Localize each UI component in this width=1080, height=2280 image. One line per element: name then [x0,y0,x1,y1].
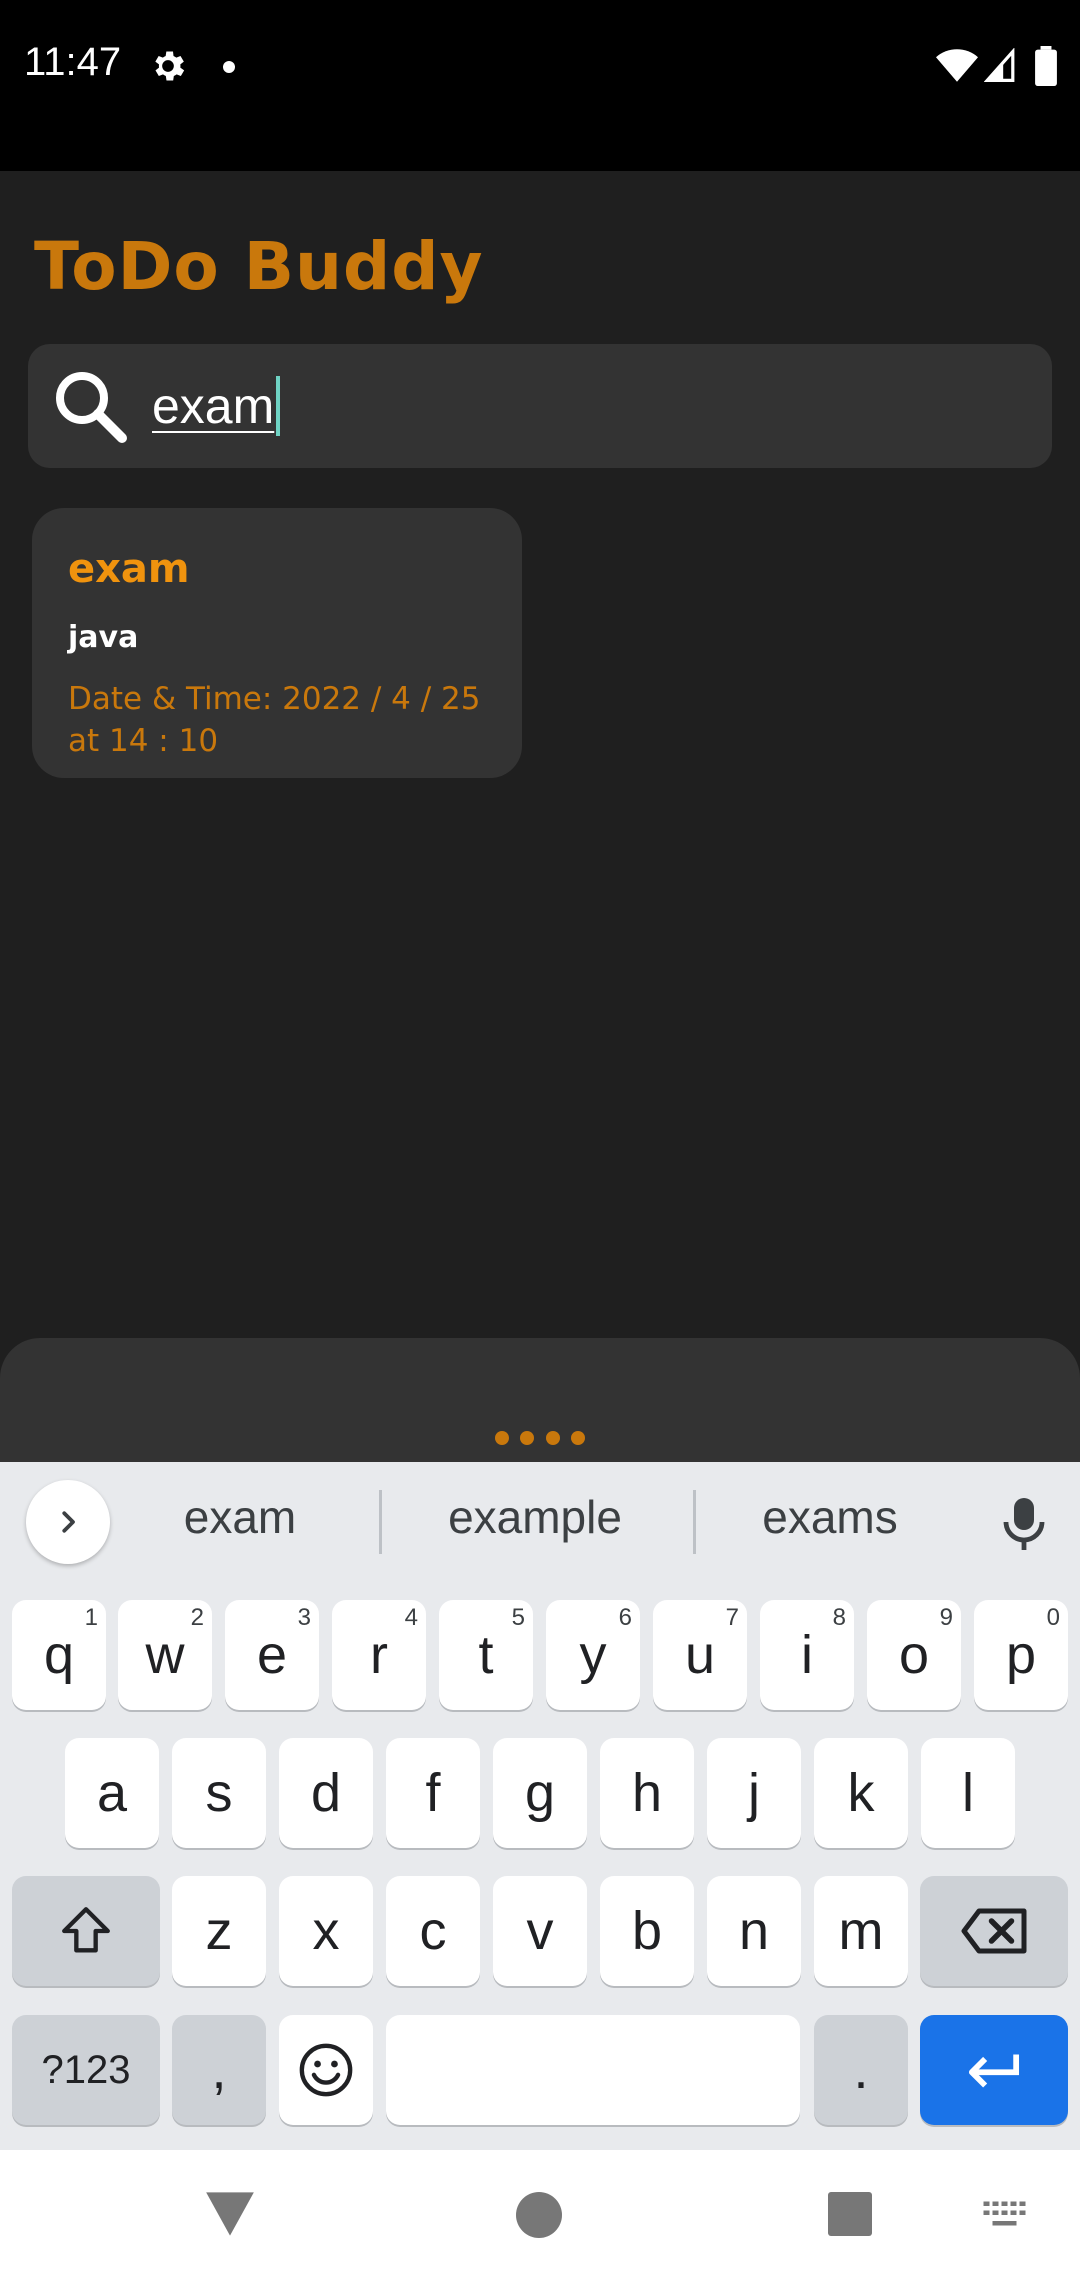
todo-date-time: Date & Time: 2022 / 4 / 25 at 14 : 10 [68,681,481,759]
key-v[interactable]: v [493,1876,587,1986]
key-t[interactable]: t5 [439,1600,533,1710]
backspace-key[interactable] [920,1876,1068,1986]
chevron-right-icon [62,1511,75,1533]
suggestion-divider [379,1490,382,1554]
notification-dot [223,61,235,73]
key-k[interactable]: k [814,1738,908,1848]
home-icon[interactable] [516,2192,562,2238]
suggestion-1[interactable]: exam [130,1490,350,1554]
emoji-key[interactable] [279,2015,373,2125]
handle-dot [495,1431,509,1445]
key-h[interactable]: h [600,1738,694,1848]
suggestion-2[interactable]: example [410,1490,660,1554]
wifi-icon [936,49,978,82]
key-o[interactable]: o9 [867,1600,961,1710]
key-b[interactable]: b [600,1876,694,1986]
key-s[interactable]: s [172,1738,266,1848]
enter-icon [968,2054,1020,2088]
handle-dot [570,1431,585,1445]
app-title: ToDo Buddy [34,228,484,305]
key-n[interactable]: n [707,1876,801,1986]
shift-icon [62,1907,110,1953]
search-icon [56,372,127,443]
key-i[interactable]: i8 [760,1600,854,1710]
key-d[interactable]: d [279,1738,373,1848]
key-f[interactable]: f [386,1738,480,1848]
emoji-icon [299,2043,353,2097]
microphone-icon[interactable] [1000,1496,1048,1552]
todo-description: java [68,620,139,655]
todo-title: exam [68,546,190,592]
recents-icon[interactable] [828,2192,872,2236]
search-input[interactable]: exam [152,364,1012,448]
key-r[interactable]: r4 [332,1600,426,1710]
key-c[interactable]: c [386,1876,480,1986]
comma-key[interactable]: , [172,2015,266,2125]
signal-icon [984,48,1015,82]
key-u[interactable]: u7 [653,1600,747,1710]
key-w[interactable]: w2 [118,1600,212,1710]
search-input-value: exam [152,378,275,434]
suggestion-3[interactable]: exams [720,1490,940,1554]
key-e[interactable]: e3 [225,1600,319,1710]
key-a[interactable]: a [65,1738,159,1848]
key-x[interactable]: x [279,1876,373,1986]
handle-dot [520,1431,535,1445]
expand-toolbar-button[interactable] [26,1480,110,1564]
key-y[interactable]: y6 [546,1600,640,1710]
suggestion-strip: exam example exams [0,1462,1080,1580]
keyboard-switch-icon[interactable] [982,2200,1030,2230]
key-p[interactable]: p0 [974,1600,1068,1710]
key-l[interactable]: l [921,1738,1015,1848]
search-bar[interactable]: exam [28,344,1052,468]
sheet-handle[interactable] [495,1431,585,1445]
battery-icon [1035,46,1057,86]
status-time: 11:47 [24,40,122,84]
handle-dot [545,1431,560,1445]
navigation-bar [0,2150,1080,2280]
text-caret [276,376,281,436]
shift-key[interactable] [12,1876,160,1986]
period-key[interactable]: . [814,2015,908,2125]
todo-card[interactable]: exam java Date & Time: 2022 / 4 / 25 at … [32,508,522,778]
status-bar: 11:47 [0,0,1080,171]
key-z[interactable]: z [172,1876,266,1986]
suggestion-divider [693,1490,696,1554]
symbols-key[interactable]: ?123 [12,2015,160,2125]
backspace-icon [961,1908,1027,1954]
space-key[interactable] [386,2015,800,2125]
bottom-sheet[interactable] [0,1338,1080,1468]
back-icon[interactable] [204,2190,256,2238]
key-m[interactable]: m [814,1876,908,1986]
keyboard: exam example exams q1 w2 e3 r4 t5 y6 u7 … [0,1462,1080,2150]
key-q[interactable]: q1 [12,1600,106,1710]
enter-key[interactable] [920,2015,1068,2125]
gear-icon [155,51,185,81]
key-j[interactable]: j [707,1738,801,1848]
key-g[interactable]: g [493,1738,587,1848]
